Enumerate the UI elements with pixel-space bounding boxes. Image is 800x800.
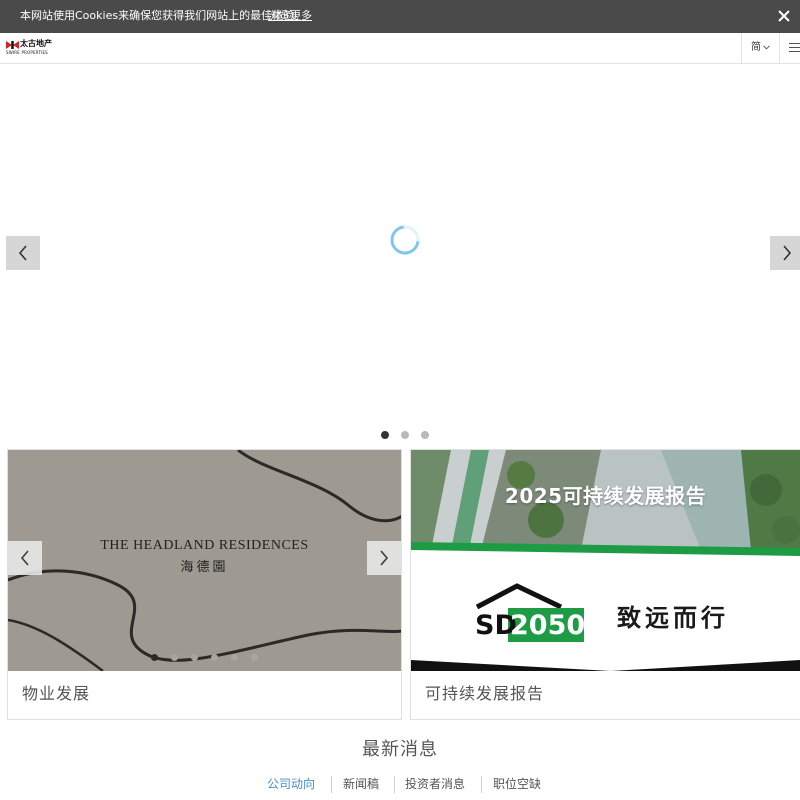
chevron-down-icon — [763, 45, 770, 50]
property-dot[interactable] — [231, 654, 238, 661]
property-dot[interactable] — [191, 654, 198, 661]
sd-slogan: 致远而行 — [617, 604, 729, 632]
hamburger-menu-icon — [789, 43, 800, 52]
sustainability-report-banner[interactable]: SD 2050 2025可持续发展报告 致远而行 — [411, 450, 800, 671]
property-dot[interactable] — [171, 654, 178, 661]
property-dot[interactable] — [211, 654, 218, 661]
cookie-learn-more-link[interactable]: 浏览更多 — [268, 9, 312, 23]
logo-chinese-name: 太古地产 — [20, 39, 52, 48]
swire-logo-icon — [6, 41, 19, 49]
cookie-message: 本网站使用Cookies来确保您获得我们网站上的最佳体验。 — [20, 9, 306, 22]
property-next-button[interactable] — [367, 541, 401, 575]
sustainability-report-caption[interactable]: 可持续发展报告 — [425, 684, 544, 704]
tab-divider — [331, 776, 332, 793]
loading-spinner-icon — [390, 225, 420, 255]
chevron-left-icon — [20, 550, 29, 566]
site-header: 太古地产 SWIRE PROPERTIES 简 — [0, 33, 800, 64]
property-prev-button[interactable] — [8, 541, 42, 575]
latest-news-title: 最新消息 — [362, 739, 438, 760]
news-tabs: 公司动向 新闻稿 投资者消息 职位空缺 — [256, 775, 556, 795]
headland-residences-title: THE HEADLAND RESIDENCES — [100, 538, 309, 553]
sustainability-report-card[interactable]: SD 2050 2025可持续发展报告 致远而行 可持续发展报告 — [410, 449, 800, 720]
swire-properties-logo[interactable]: 太古地产 SWIRE PROPERTIES — [6, 39, 56, 56]
headland-residences-chinese-title: 海德園 — [180, 560, 229, 575]
tab-divider — [481, 776, 482, 793]
tab-press-releases[interactable]: 新闻稿 — [343, 775, 379, 793]
chevron-left-icon — [18, 245, 27, 261]
property-development-card[interactable]: THE HEADLAND RESIDENCES 海德園 物业发展 — [7, 449, 402, 720]
property-dot[interactable] — [151, 654, 158, 661]
property-dot[interactable] — [251, 654, 258, 661]
tab-investor-news[interactable]: 投资者消息 — [405, 775, 465, 793]
language-selector[interactable]: 简 — [741, 33, 780, 63]
property-development-caption[interactable]: 物业发展 — [22, 684, 90, 704]
hero-carousel — [0, 64, 800, 444]
hero-dot[interactable] — [381, 431, 389, 439]
headland-residences-banner[interactable]: THE HEADLAND RESIDENCES 海德園 — [8, 450, 401, 671]
close-icon[interactable] — [775, 7, 793, 25]
hero-next-button[interactable] — [770, 236, 800, 270]
sustainability-report-heading: 2025可持续发展报告 — [504, 484, 707, 508]
tab-divider — [394, 776, 395, 793]
chevron-right-icon — [783, 245, 792, 261]
hero-dot[interactable] — [401, 431, 409, 439]
tab-company-updates[interactable]: 公司动向 — [267, 775, 315, 793]
menu-button[interactable] — [779, 33, 800, 63]
chevron-right-icon — [380, 550, 389, 566]
sd-badge-year: 2050 — [510, 610, 585, 641]
cookie-banner: 本网站使用Cookies来确保您获得我们网站上的最佳体验。 浏览更多 — [0, 0, 800, 33]
tab-job-vacancies[interactable]: 职位空缺 — [493, 775, 541, 793]
hero-prev-button[interactable] — [6, 236, 40, 270]
language-label: 简 — [751, 42, 761, 53]
logo-english-name: SWIRE PROPERTIES — [6, 50, 48, 55]
hero-dot[interactable] — [421, 431, 429, 439]
